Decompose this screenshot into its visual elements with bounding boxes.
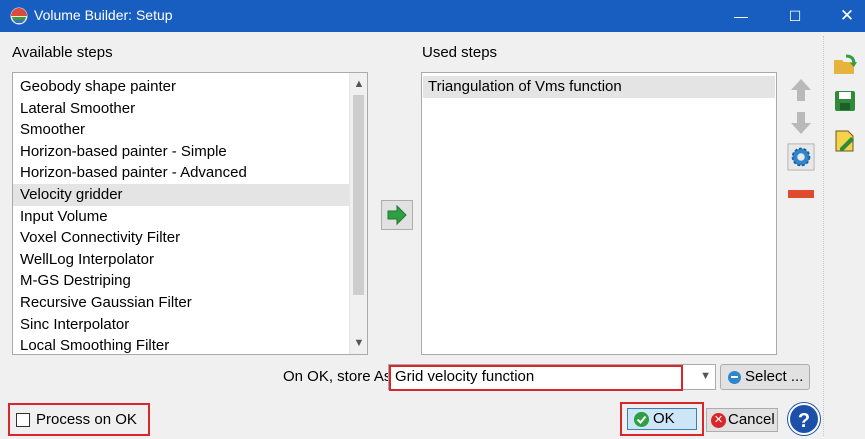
available-steps-list[interactable]: Geobody shape painter Lateral Smoother S… xyxy=(12,72,368,355)
check-icon xyxy=(634,412,649,427)
list-item[interactable]: M-GS Destriping xyxy=(13,270,350,292)
scroll-up-icon[interactable]: ▲ xyxy=(350,75,367,93)
list-item[interactable]: Input Volume xyxy=(13,206,350,228)
select-button[interactable]: Select ... xyxy=(720,364,810,390)
store-as-label: On OK, store As xyxy=(283,368,392,385)
scrollbar-thumb[interactable] xyxy=(353,95,364,295)
ok-button-label: OK xyxy=(653,410,675,427)
store-as-combobox[interactable]: Grid velocity function ▼ xyxy=(388,364,716,391)
ok-highlight: OK xyxy=(620,402,704,436)
help-button[interactable]: ? xyxy=(788,403,820,435)
window-title: Volume Builder: Setup xyxy=(34,7,173,23)
list-item[interactable]: Smoother xyxy=(13,119,350,141)
cancel-button-label: Cancel xyxy=(728,411,775,428)
minus-icon[interactable] xyxy=(786,180,816,208)
process-on-ok-checkbox[interactable] xyxy=(16,413,30,427)
chevron-down-icon[interactable]: ▼ xyxy=(700,370,711,382)
arrow-up-icon[interactable] xyxy=(786,76,816,104)
select-button-label: Select ... xyxy=(745,368,804,385)
cancel-icon: ✕ xyxy=(711,413,726,428)
list-item[interactable]: Horizon-based painter - Advanced xyxy=(13,162,350,184)
toolbar-divider xyxy=(823,36,824,436)
list-item-selected[interactable]: Velocity gridder xyxy=(13,184,350,206)
used-steps-list[interactable]: Triangulation of Vms function xyxy=(421,72,777,355)
list-item[interactable]: Local Smoothing Filter xyxy=(13,335,350,354)
list-item[interactable]: WellLog Interpolator xyxy=(13,249,350,271)
vertical-scrollbar[interactable]: ▲ ▼ xyxy=(349,73,367,354)
gear-icon[interactable] xyxy=(786,143,816,171)
edit-document-icon[interactable] xyxy=(832,128,858,154)
list-item[interactable]: Horizon-based painter - Simple xyxy=(13,141,350,163)
list-item[interactable]: Lateral Smoother xyxy=(13,98,350,120)
minimize-button[interactable]: — xyxy=(718,0,764,32)
scroll-down-icon[interactable]: ▼ xyxy=(350,334,367,352)
green-arrow-right-icon xyxy=(387,204,407,226)
list-item[interactable]: Geobody shape painter xyxy=(13,76,350,98)
used-steps-label: Used steps xyxy=(422,44,498,61)
select-icon xyxy=(728,371,741,384)
title-bar: Volume Builder: Setup — ☐ ✕ xyxy=(0,0,865,32)
add-step-button[interactable] xyxy=(381,200,413,230)
close-button[interactable]: ✕ xyxy=(824,0,865,32)
list-item[interactable]: Sinc Interpolator xyxy=(13,314,350,336)
list-item[interactable]: Voxel Connectivity Filter xyxy=(13,227,350,249)
save-disk-icon[interactable] xyxy=(832,88,858,114)
cancel-button[interactable]: ✕ Cancel xyxy=(706,408,778,432)
process-on-ok-label[interactable]: Process on OK xyxy=(36,411,137,428)
store-as-value[interactable]: Grid velocity function xyxy=(395,368,534,385)
available-steps-label: Available steps xyxy=(12,44,113,61)
volume-builder-icon xyxy=(10,7,28,25)
process-on-ok-highlight: Process on OK xyxy=(8,403,150,436)
ok-button[interactable]: OK xyxy=(627,408,697,430)
open-folder-icon[interactable] xyxy=(832,52,858,78)
list-item-selected[interactable]: Triangulation of Vms function xyxy=(423,76,775,98)
maximize-button[interactable]: ☐ xyxy=(772,0,818,32)
list-item[interactable]: Recursive Gaussian Filter xyxy=(13,292,350,314)
arrow-down-icon[interactable] xyxy=(786,109,816,137)
